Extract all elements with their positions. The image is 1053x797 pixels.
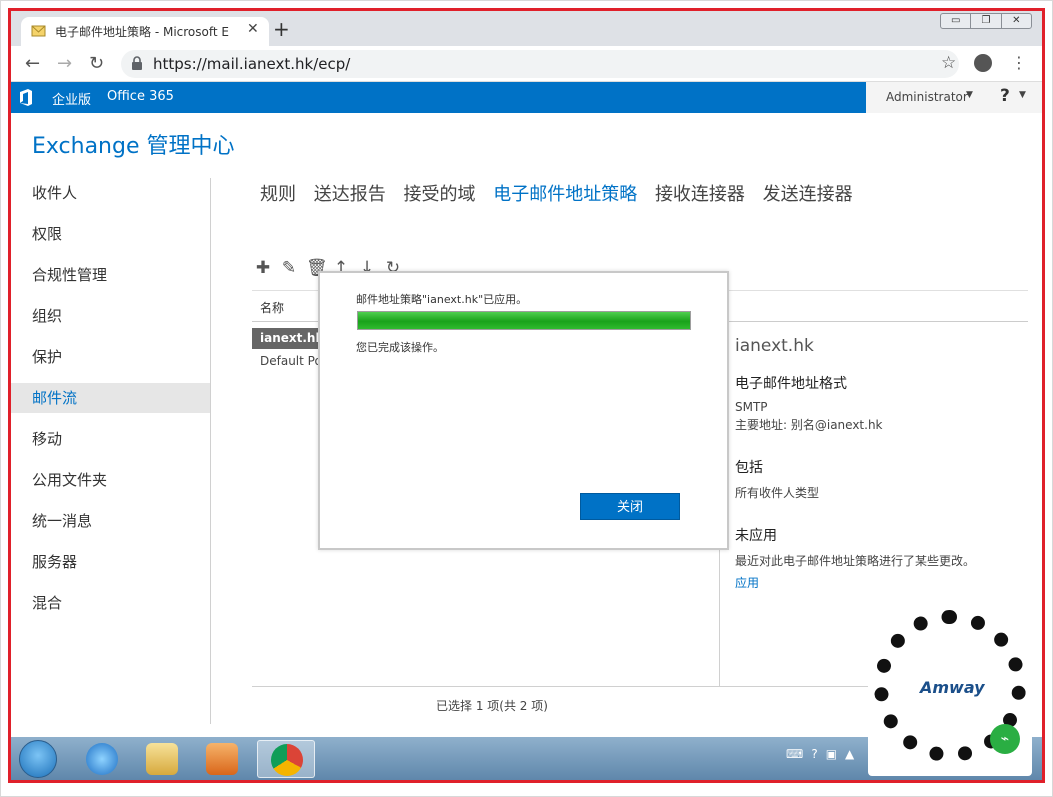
divider bbox=[210, 178, 211, 724]
format-type: SMTP bbox=[735, 400, 768, 414]
tab-send-connectors[interactable]: 发送连接器 bbox=[763, 180, 853, 206]
chrome-icon bbox=[271, 744, 303, 776]
close-window-button[interactable]: ✕ bbox=[1002, 14, 1031, 28]
address-bar[interactable]: https://mail.ianext.hk/ecp/ ☆ bbox=[121, 50, 959, 78]
network-icon[interactable]: ▣ bbox=[826, 747, 837, 761]
edit-pencil-icon[interactable]: ✎ bbox=[280, 258, 298, 278]
progress-fill bbox=[358, 312, 690, 329]
reload-icon[interactable]: ↻ bbox=[89, 53, 104, 74]
row-name: ianext.hk bbox=[260, 331, 324, 345]
tab-rules[interactable]: 规则 bbox=[260, 180, 296, 206]
nav-item-mobile[interactable]: 移动 bbox=[11, 424, 211, 454]
detail-title: ianext.hk bbox=[735, 336, 814, 356]
progress-bar bbox=[357, 311, 691, 330]
keyboard-icon[interactable]: ⌨ bbox=[786, 747, 803, 761]
table-row[interactable]: ianext.hk bbox=[252, 328, 323, 349]
menu-kebab-icon[interactable]: ⋮ bbox=[1011, 53, 1027, 72]
nav-item-recipients[interactable]: 收件人 bbox=[11, 178, 211, 208]
restore-button[interactable]: ❐ bbox=[971, 14, 1002, 28]
forward-arrow-icon[interactable]: → bbox=[57, 53, 72, 74]
apply-link[interactable]: 应用 bbox=[735, 574, 759, 591]
qr-code: Amway ⌁ bbox=[868, 606, 1032, 776]
close-button[interactable]: 关闭 bbox=[580, 493, 680, 520]
start-button[interactable] bbox=[19, 740, 57, 778]
nav-item-protection[interactable]: 保护 bbox=[11, 342, 211, 372]
chevron-down-icon[interactable]: ▼ bbox=[1019, 90, 1026, 100]
bookmark-star-icon[interactable]: ☆ bbox=[941, 53, 956, 73]
screen: 电子邮件地址策略 - Microsoft E ✕ + ▭ ❐ ✕ ← → ↻ h… bbox=[0, 0, 1053, 797]
mail-favicon-icon bbox=[31, 25, 46, 37]
tab-delivery-reports[interactable]: 送达报告 bbox=[314, 180, 386, 206]
include-text: 所有收件人类型 bbox=[735, 486, 820, 500]
column-header-name[interactable]: 名称 bbox=[260, 299, 284, 316]
folder-icon bbox=[146, 743, 178, 775]
lock-icon bbox=[132, 56, 142, 70]
user-area: Administrator ▼ ? ▼ bbox=[866, 82, 1042, 113]
nav-item-servers[interactable]: 服务器 bbox=[11, 547, 211, 577]
window-controls: ▭ ❐ ✕ bbox=[940, 13, 1032, 29]
nav-item-public-folders[interactable]: 公用文件夹 bbox=[11, 465, 211, 495]
unapplied-text: 最近对此电子邮件地址策略进行了某些更改。 bbox=[735, 554, 976, 568]
nav-item-organization[interactable]: 组织 bbox=[11, 301, 211, 331]
selection-status: 已选择 1 项(共 2 项) bbox=[436, 699, 548, 713]
office365-link[interactable]: Office 365 bbox=[107, 89, 174, 104]
table-row[interactable]: Default Pol bbox=[260, 354, 325, 368]
user-menu[interactable]: Administrator bbox=[886, 90, 968, 104]
new-tab-button[interactable]: + bbox=[273, 17, 290, 41]
taskbar-chrome[interactable] bbox=[257, 740, 315, 778]
dialog-message: 邮件地址策略"ianext.hk"已应用。 bbox=[356, 293, 528, 306]
tab-close-icon[interactable]: ✕ bbox=[247, 21, 259, 37]
add-icon[interactable]: ✚ bbox=[254, 258, 272, 278]
url-text[interactable]: https://mail.ianext.hk/ecp/ bbox=[153, 55, 350, 73]
browser-tab[interactable]: 电子邮件地址策略 - Microsoft E ✕ bbox=[21, 17, 269, 46]
office-bar-blue: 企业版 Office 365 bbox=[11, 82, 866, 113]
nav-item-mailflow[interactable]: 邮件流 bbox=[11, 383, 211, 413]
include-heading: 包括 bbox=[735, 460, 763, 476]
office-bar: 企业版 Office 365 Administrator ▼ ? ▼ bbox=[11, 82, 1042, 113]
office-logo-icon[interactable] bbox=[19, 89, 33, 106]
taskbar-explorer[interactable] bbox=[133, 740, 191, 778]
media-player-icon bbox=[206, 743, 238, 775]
help-icon[interactable]: ? bbox=[1000, 86, 1010, 106]
edition-label[interactable]: 企业版 bbox=[52, 89, 91, 108]
chevron-down-icon[interactable]: ▼ bbox=[966, 90, 973, 100]
tab-accepted-domains[interactable]: 接受的域 bbox=[403, 180, 475, 206]
ie-icon bbox=[86, 743, 118, 775]
nav-item-compliance[interactable]: 合规性管理 bbox=[11, 260, 211, 290]
nav-item-hybrid[interactable]: 混合 bbox=[11, 588, 211, 618]
mini-program-icon: ⌁ bbox=[990, 724, 1020, 754]
taskbar-ie[interactable] bbox=[73, 740, 131, 778]
back-arrow-icon[interactable]: ← bbox=[25, 53, 40, 74]
format-heading: 电子邮件地址格式 bbox=[735, 376, 847, 392]
flag-icon[interactable]: ▲ bbox=[845, 747, 854, 761]
nav-item-permissions[interactable]: 权限 bbox=[11, 219, 211, 249]
dialog-sub-message: 您已完成该操作。 bbox=[356, 341, 444, 354]
minimize-button[interactable]: ▭ bbox=[941, 14, 972, 28]
page-title: Exchange 管理中心 bbox=[32, 134, 235, 159]
browser-toolbar: ← → ↻ https://mail.ianext.hk/ecp/ ☆ ⋮ bbox=[11, 46, 1042, 82]
browser-tabstrip: 电子邮件地址策略 - Microsoft E ✕ + ▭ ❐ ✕ bbox=[11, 11, 1042, 46]
profile-icon[interactable] bbox=[974, 54, 992, 72]
progress-dialog: 邮件地址策略"ianext.hk"已应用。 您已完成该操作。 关闭 bbox=[318, 271, 729, 550]
subtabs: 规则 送达报告 接受的域 电子邮件地址策略 接收连接器 发送连接器 bbox=[260, 180, 865, 206]
format-primary: 主要地址: 别名@ianext.hk bbox=[735, 418, 883, 432]
taskbar-media[interactable] bbox=[193, 740, 251, 778]
qr-logo: Amway bbox=[920, 678, 985, 697]
tab-receive-connectors[interactable]: 接收连接器 bbox=[655, 180, 745, 206]
help-tray-icon[interactable]: ? bbox=[811, 747, 817, 761]
unapplied-heading: 未应用 bbox=[735, 528, 777, 544]
tab-email-address-policies[interactable]: 电子邮件地址策略 bbox=[493, 180, 637, 206]
system-tray: ⌨ ? ▣ ▲ bbox=[786, 747, 854, 761]
tab-title: 电子邮件地址策略 - Microsoft E bbox=[55, 25, 229, 39]
nav-item-unified-messaging[interactable]: 统一消息 bbox=[11, 506, 211, 536]
